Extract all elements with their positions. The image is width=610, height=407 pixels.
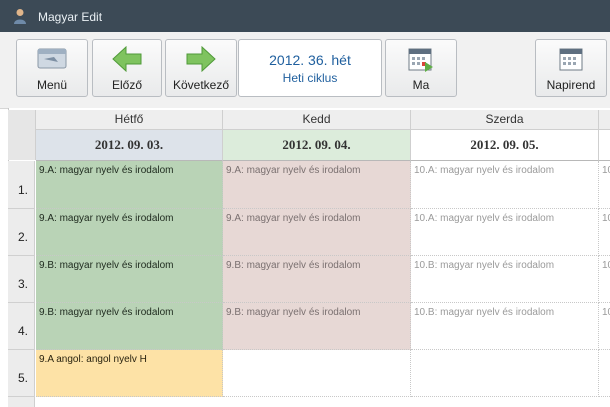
lesson-cell[interactable]: 10.A: magyar nyelv és irodalom bbox=[411, 209, 599, 256]
lesson-cell[interactable]: 10 bbox=[599, 256, 610, 303]
diary-button[interactable]: Napirend bbox=[535, 39, 607, 97]
user-icon bbox=[14, 9, 26, 24]
period-number bbox=[8, 397, 35, 407]
today-button[interactable]: Ma bbox=[385, 39, 457, 97]
lesson-cell[interactable]: 9.A: magyar nyelv és irodalom bbox=[36, 209, 223, 256]
lesson-cell[interactable]: 9.A: magyar nyelv és irodalom bbox=[36, 161, 223, 209]
lesson-cell[interactable]: 9.A: magyar nyelv és irodalom bbox=[223, 161, 411, 209]
lesson-cell[interactable]: 10.B: magyar nyelv és irodalom bbox=[411, 303, 599, 350]
day-name-wednesday: Szerda bbox=[411, 110, 599, 130]
arrow-left-icon bbox=[112, 46, 142, 72]
calendar-today-icon bbox=[408, 48, 433, 72]
menu-button[interactable]: Menü bbox=[16, 39, 88, 97]
day-date-monday[interactable]: 2012. 09. 03. bbox=[36, 130, 223, 161]
empty-cell[interactable] bbox=[599, 350, 610, 397]
day-name-tuesday: Kedd bbox=[223, 110, 411, 130]
day-name-monday: Hétfő bbox=[36, 110, 223, 130]
period-number: 3. bbox=[8, 256, 35, 303]
lesson-cell[interactable]: 9.B: magyar nyelv és irodalom bbox=[36, 256, 223, 303]
period-number: 2. bbox=[8, 209, 35, 256]
day-date-tuesday[interactable]: 2012. 09. 04. bbox=[223, 130, 411, 161]
day-name-thursday bbox=[599, 110, 610, 130]
day-date-thursday[interactable] bbox=[599, 130, 610, 161]
lesson-cell[interactable]: 9.B: magyar nyelv és irodalom bbox=[223, 256, 411, 303]
week-display[interactable]: 2012. 36. hét Heti ciklus bbox=[238, 39, 382, 97]
menu-card-icon bbox=[37, 48, 67, 69]
grid-corner bbox=[8, 110, 36, 160]
prev-label: Előző bbox=[111, 78, 143, 92]
lesson-cell[interactable]: 10.A: magyar nyelv és irodalom bbox=[411, 161, 599, 209]
lesson-cell[interactable]: 10 bbox=[599, 161, 610, 209]
next-button[interactable]: Következő bbox=[165, 39, 237, 97]
diary-label: Napirend bbox=[546, 78, 596, 92]
lesson-cell[interactable]: 10 bbox=[599, 303, 610, 350]
lesson-cell[interactable]: 9.A angol: angol nyelv H bbox=[36, 350, 223, 397]
empty-cell[interactable] bbox=[223, 350, 411, 397]
calendar-icon bbox=[559, 48, 583, 71]
window-title: Magyar Edit bbox=[38, 10, 103, 24]
lesson-cell[interactable]: 10 bbox=[599, 209, 610, 256]
lesson-cell[interactable]: 9.B: magyar nyelv és irodalom bbox=[223, 303, 411, 350]
lesson-cell[interactable]: 10.B: magyar nyelv és irodalom bbox=[411, 256, 599, 303]
day-date-wednesday[interactable]: 2012. 09. 05. bbox=[411, 130, 599, 161]
empty-cell[interactable] bbox=[411, 350, 599, 397]
title-bar: Magyar Edit bbox=[0, 0, 610, 32]
prev-button[interactable]: Előző bbox=[92, 39, 162, 97]
next-label: Következő bbox=[172, 78, 230, 92]
arrow-right-icon bbox=[186, 46, 216, 72]
lesson-cell[interactable]: 9.B: magyar nyelv és irodalom bbox=[36, 303, 223, 350]
menu-label: Menü bbox=[36, 78, 68, 92]
today-label: Ma bbox=[412, 78, 430, 92]
toolbar: Menü Előző Következő 2012. 36. hét Heti … bbox=[0, 32, 610, 109]
period-number: 4. bbox=[8, 303, 35, 350]
week-title: 2012. 36. hét bbox=[269, 52, 351, 68]
lesson-cell[interactable]: 9.A: magyar nyelv és irodalom bbox=[223, 209, 411, 256]
period-number: 1. bbox=[8, 161, 35, 209]
week-cycle: Heti ciklus bbox=[282, 71, 338, 85]
period-number: 5. bbox=[8, 350, 35, 397]
